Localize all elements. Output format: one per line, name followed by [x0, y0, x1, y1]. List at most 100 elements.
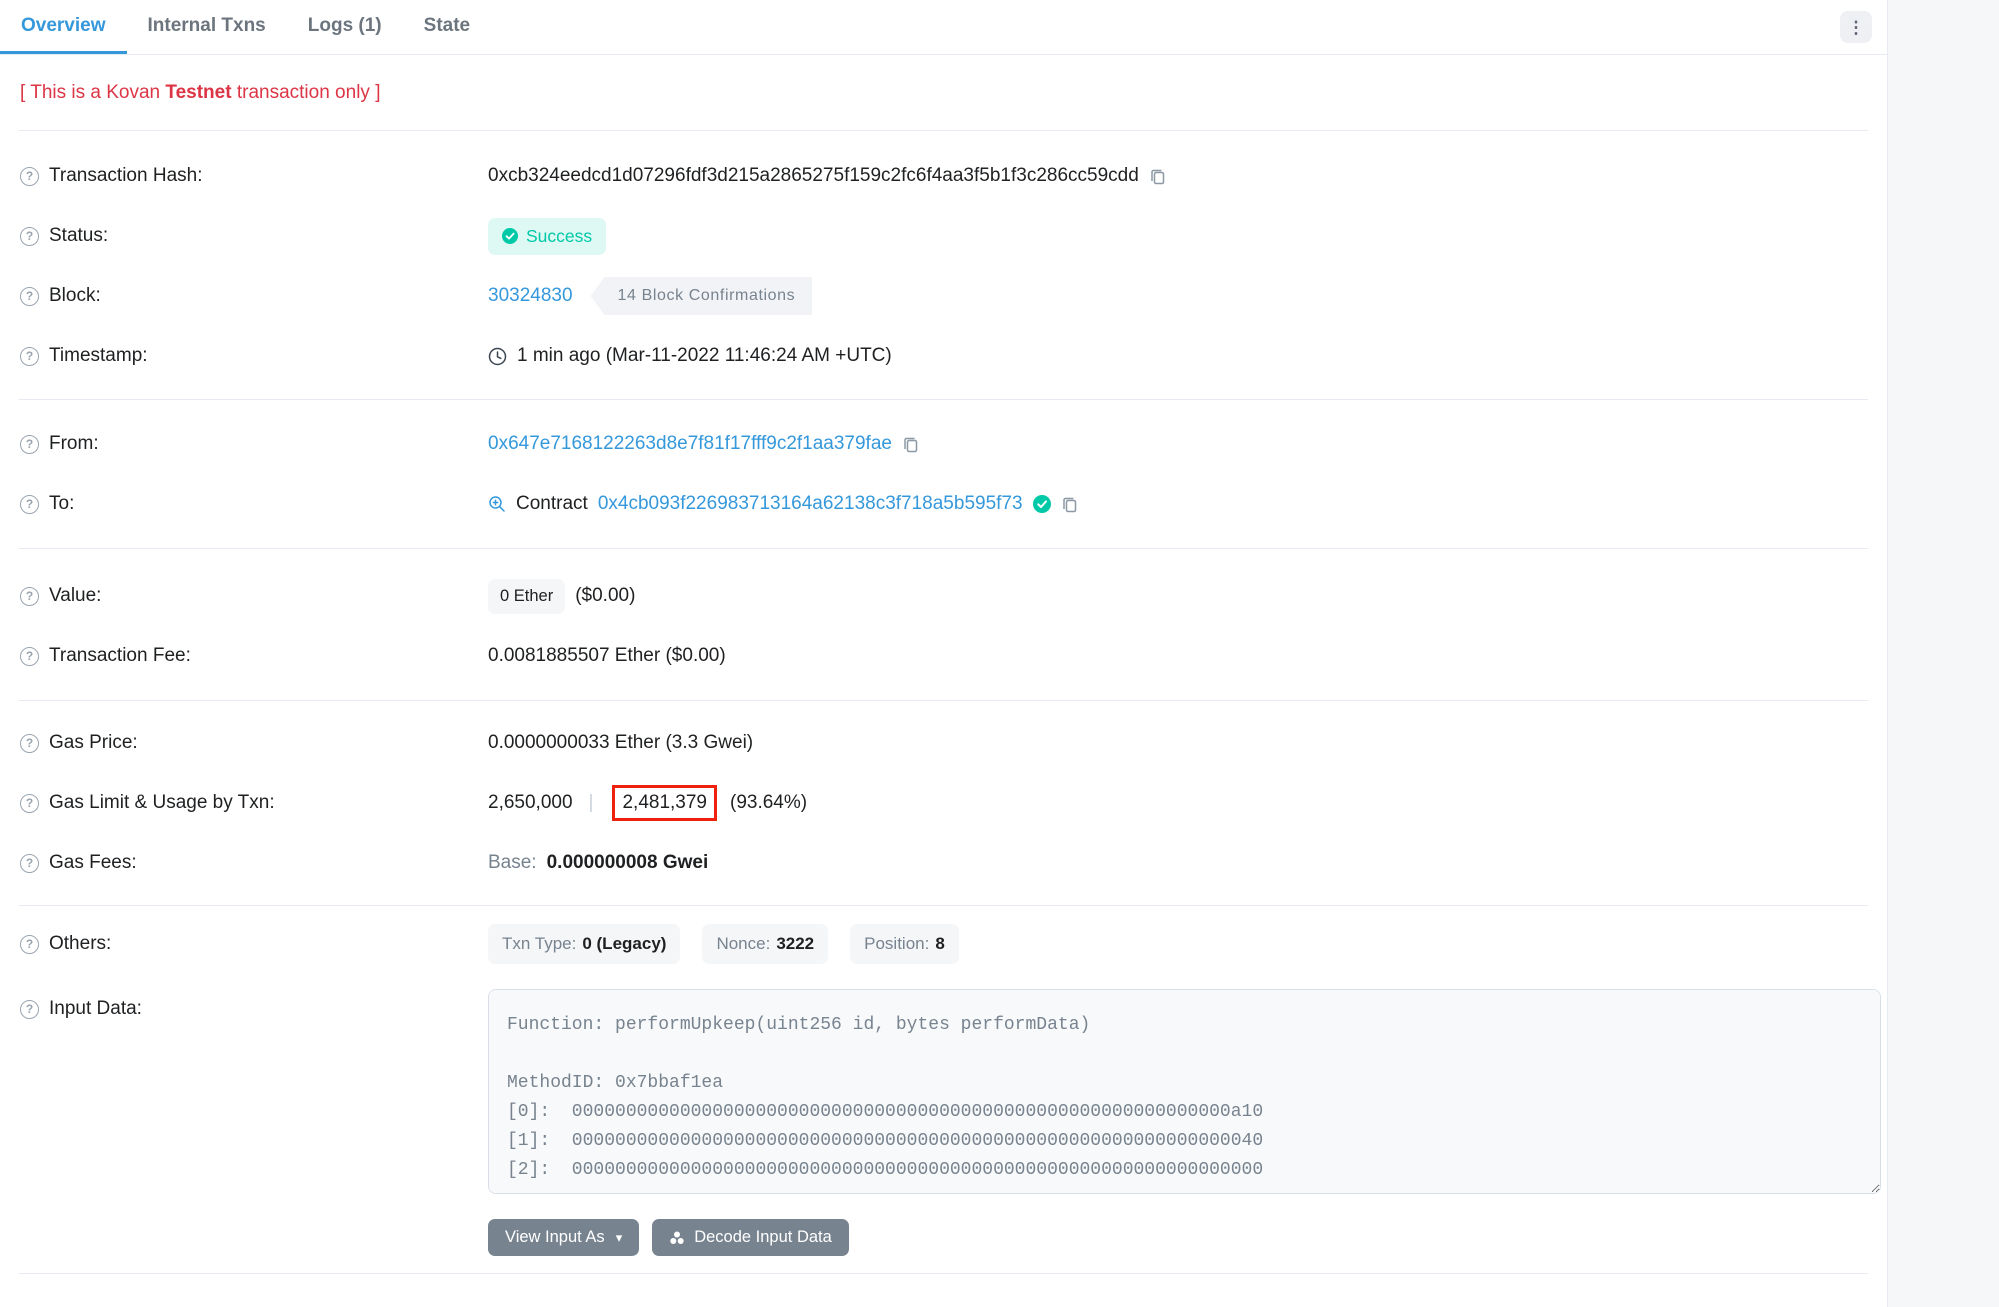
badge-label: Txn Type:	[502, 934, 576, 954]
clock-icon	[488, 347, 507, 366]
block-number-link[interactable]: 30324830	[488, 285, 573, 307]
label-text: Gas Price:	[49, 732, 138, 754]
status-text: Success	[526, 226, 592, 247]
txn-type-badge: Txn Type: 0 (Legacy)	[488, 924, 680, 964]
copy-icon[interactable]	[1061, 495, 1079, 513]
others-label: ? Others:	[20, 933, 488, 955]
transaction-fee-label: ? Transaction Fee:	[20, 645, 488, 667]
help-icon[interactable]: ?	[20, 794, 39, 813]
help-icon[interactable]: ?	[20, 167, 39, 186]
from-address-link[interactable]: 0x647e7168122263d8e7f81f17fff9c2f1aa379f…	[488, 433, 892, 455]
gas-price-row: ? Gas Price: 0.0000000033 Ether (3.3 Gwe…	[0, 713, 1887, 773]
button-label: Decode Input Data	[694, 1228, 832, 1247]
timestamp-value: 1 min ago (Mar-11-2022 11:46:24 AM +UTC)	[517, 345, 892, 367]
gas-used-value: 2,481,379	[622, 792, 707, 813]
tab-logs[interactable]: Logs (1)	[287, 0, 403, 54]
block-confirmations-badge: 14 Block Confirmations	[591, 277, 813, 315]
help-icon[interactable]: ?	[20, 935, 39, 954]
value-amount-badge: 0 Ether	[488, 579, 565, 614]
gas-fees-base-value: 0.000000008 Gwei	[547, 852, 709, 874]
badge-value: 3222	[776, 934, 814, 954]
help-icon[interactable]: ?	[20, 287, 39, 306]
gas-fees-row: ? Gas Fees: Base: 0.000000008 Gwei	[0, 833, 1887, 893]
badge-label: Position:	[864, 934, 929, 954]
copy-icon[interactable]	[902, 435, 920, 453]
check-circle-icon	[502, 228, 518, 244]
to-address-link[interactable]: 0x4cb093f226983713164a62138c3f718a5b595f…	[598, 493, 1023, 515]
gas-used-percent: (93.64%)	[730, 792, 807, 814]
input-data-label: ? Input Data:	[20, 998, 488, 1020]
label-text: Gas Fees:	[49, 852, 137, 874]
decode-icon	[669, 1230, 685, 1246]
help-icon[interactable]: ?	[20, 347, 39, 366]
verified-check-icon	[1033, 495, 1051, 513]
help-icon[interactable]: ?	[20, 227, 39, 246]
nonce-badge: Nonce: 3222	[702, 924, 828, 964]
contract-prefix: Contract	[516, 493, 588, 515]
notice-bold: Testnet	[165, 82, 231, 103]
input-data-textarea[interactable]: Function: performUpkeep(uint256 id, byte…	[488, 989, 1881, 1194]
status-label: ? Status:	[20, 225, 488, 247]
to-label: ? To:	[20, 493, 488, 515]
others-row: ? Others: Txn Type: 0 (Legacy) Nonce: 32…	[0, 914, 1887, 974]
tab-state[interactable]: State	[403, 0, 491, 54]
gas-separator: |	[589, 792, 594, 814]
kebab-icon: ⋮	[1848, 19, 1865, 36]
status-row: ? Status: Success	[0, 206, 1887, 266]
block-label: ? Block:	[20, 285, 488, 307]
value-label: ? Value:	[20, 585, 488, 607]
status-badge: Success	[488, 218, 606, 255]
transaction-details-card: Overview Internal Txns Logs (1) State ⋮ …	[0, 0, 1888, 1307]
help-icon[interactable]: ?	[20, 435, 39, 454]
decode-input-data-button[interactable]: Decode Input Data	[652, 1219, 849, 1256]
timestamp-row: ? Timestamp: 1 min ago (Mar-11-2022 11:4…	[0, 326, 1887, 386]
help-icon[interactable]: ?	[20, 734, 39, 753]
badge-value: 0 (Legacy)	[582, 934, 666, 954]
gas-limit-usage-row: ? Gas Limit & Usage by Txn: 2,650,000 | …	[0, 773, 1887, 833]
copy-icon[interactable]	[1149, 167, 1167, 185]
help-icon[interactable]: ?	[20, 647, 39, 666]
to-row: ? To: Contract 0x4cb093f226983713164a621…	[0, 474, 1887, 534]
badge-label: Nonce:	[716, 934, 770, 954]
position-badge: Position: 8	[850, 924, 959, 964]
testnet-notice: [ This is a Kovan Testnet transaction on…	[0, 55, 1887, 130]
label-text: Input Data:	[49, 998, 142, 1020]
help-icon[interactable]: ?	[20, 1000, 39, 1019]
from-row: ? From: 0x647e7168122263d8e7f81f17fff9c2…	[0, 414, 1887, 474]
notice-prefix: [ This is a Kovan	[20, 82, 165, 103]
gas-price-label: ? Gas Price:	[20, 732, 488, 754]
label-text: Value:	[49, 585, 101, 607]
gas-fees-label: ? Gas Fees:	[20, 852, 488, 874]
more-options-button[interactable]: ⋮	[1840, 11, 1872, 43]
transaction-fee-value: 0.0081885507 Ether ($0.00)	[488, 645, 726, 667]
help-icon[interactable]: ?	[20, 587, 39, 606]
label-text: Others:	[49, 933, 111, 955]
label-text: Transaction Hash:	[49, 165, 202, 187]
button-label: View Input As	[505, 1228, 605, 1247]
view-input-as-button[interactable]: View Input As ▾	[488, 1219, 639, 1256]
gas-limit-value: 2,650,000	[488, 792, 573, 814]
gas-fees-base-label: Base:	[488, 852, 537, 874]
notice-suffix: transaction only ]	[232, 82, 381, 103]
label-text: Status:	[49, 225, 108, 247]
label-text: To:	[49, 493, 74, 515]
transaction-hash-row: ? Transaction Hash: 0xcb324eedcd1d07296f…	[0, 146, 1887, 206]
gas-used-highlight-box: 2,481,379	[612, 785, 717, 821]
label-text: Timestamp:	[49, 345, 148, 367]
block-row: ? Block: 30324830 14 Block Confirmations	[0, 266, 1887, 326]
badge-value: 8	[935, 934, 944, 954]
label-text: Block:	[49, 285, 101, 307]
tab-overview[interactable]: Overview	[0, 0, 127, 54]
chevron-down-icon: ▾	[616, 1230, 623, 1246]
help-icon[interactable]: ?	[20, 854, 39, 873]
tab-internal-txns[interactable]: Internal Txns	[127, 0, 287, 54]
timestamp-label: ? Timestamp:	[20, 345, 488, 367]
zoom-in-icon[interactable]	[488, 495, 506, 513]
transaction-hash-value: 0xcb324eedcd1d07296fdf3d215a2865275f159c…	[488, 165, 1139, 187]
label-text: Transaction Fee:	[49, 645, 191, 667]
gas-limit-usage-label: ? Gas Limit & Usage by Txn:	[20, 792, 488, 814]
transaction-fee-row: ? Transaction Fee: 0.0081885507 Ether ($…	[0, 626, 1887, 686]
transaction-hash-label: ? Transaction Hash:	[20, 165, 488, 187]
gas-price-value: 0.0000000033 Ether (3.3 Gwei)	[488, 732, 753, 754]
help-icon[interactable]: ?	[20, 495, 39, 514]
